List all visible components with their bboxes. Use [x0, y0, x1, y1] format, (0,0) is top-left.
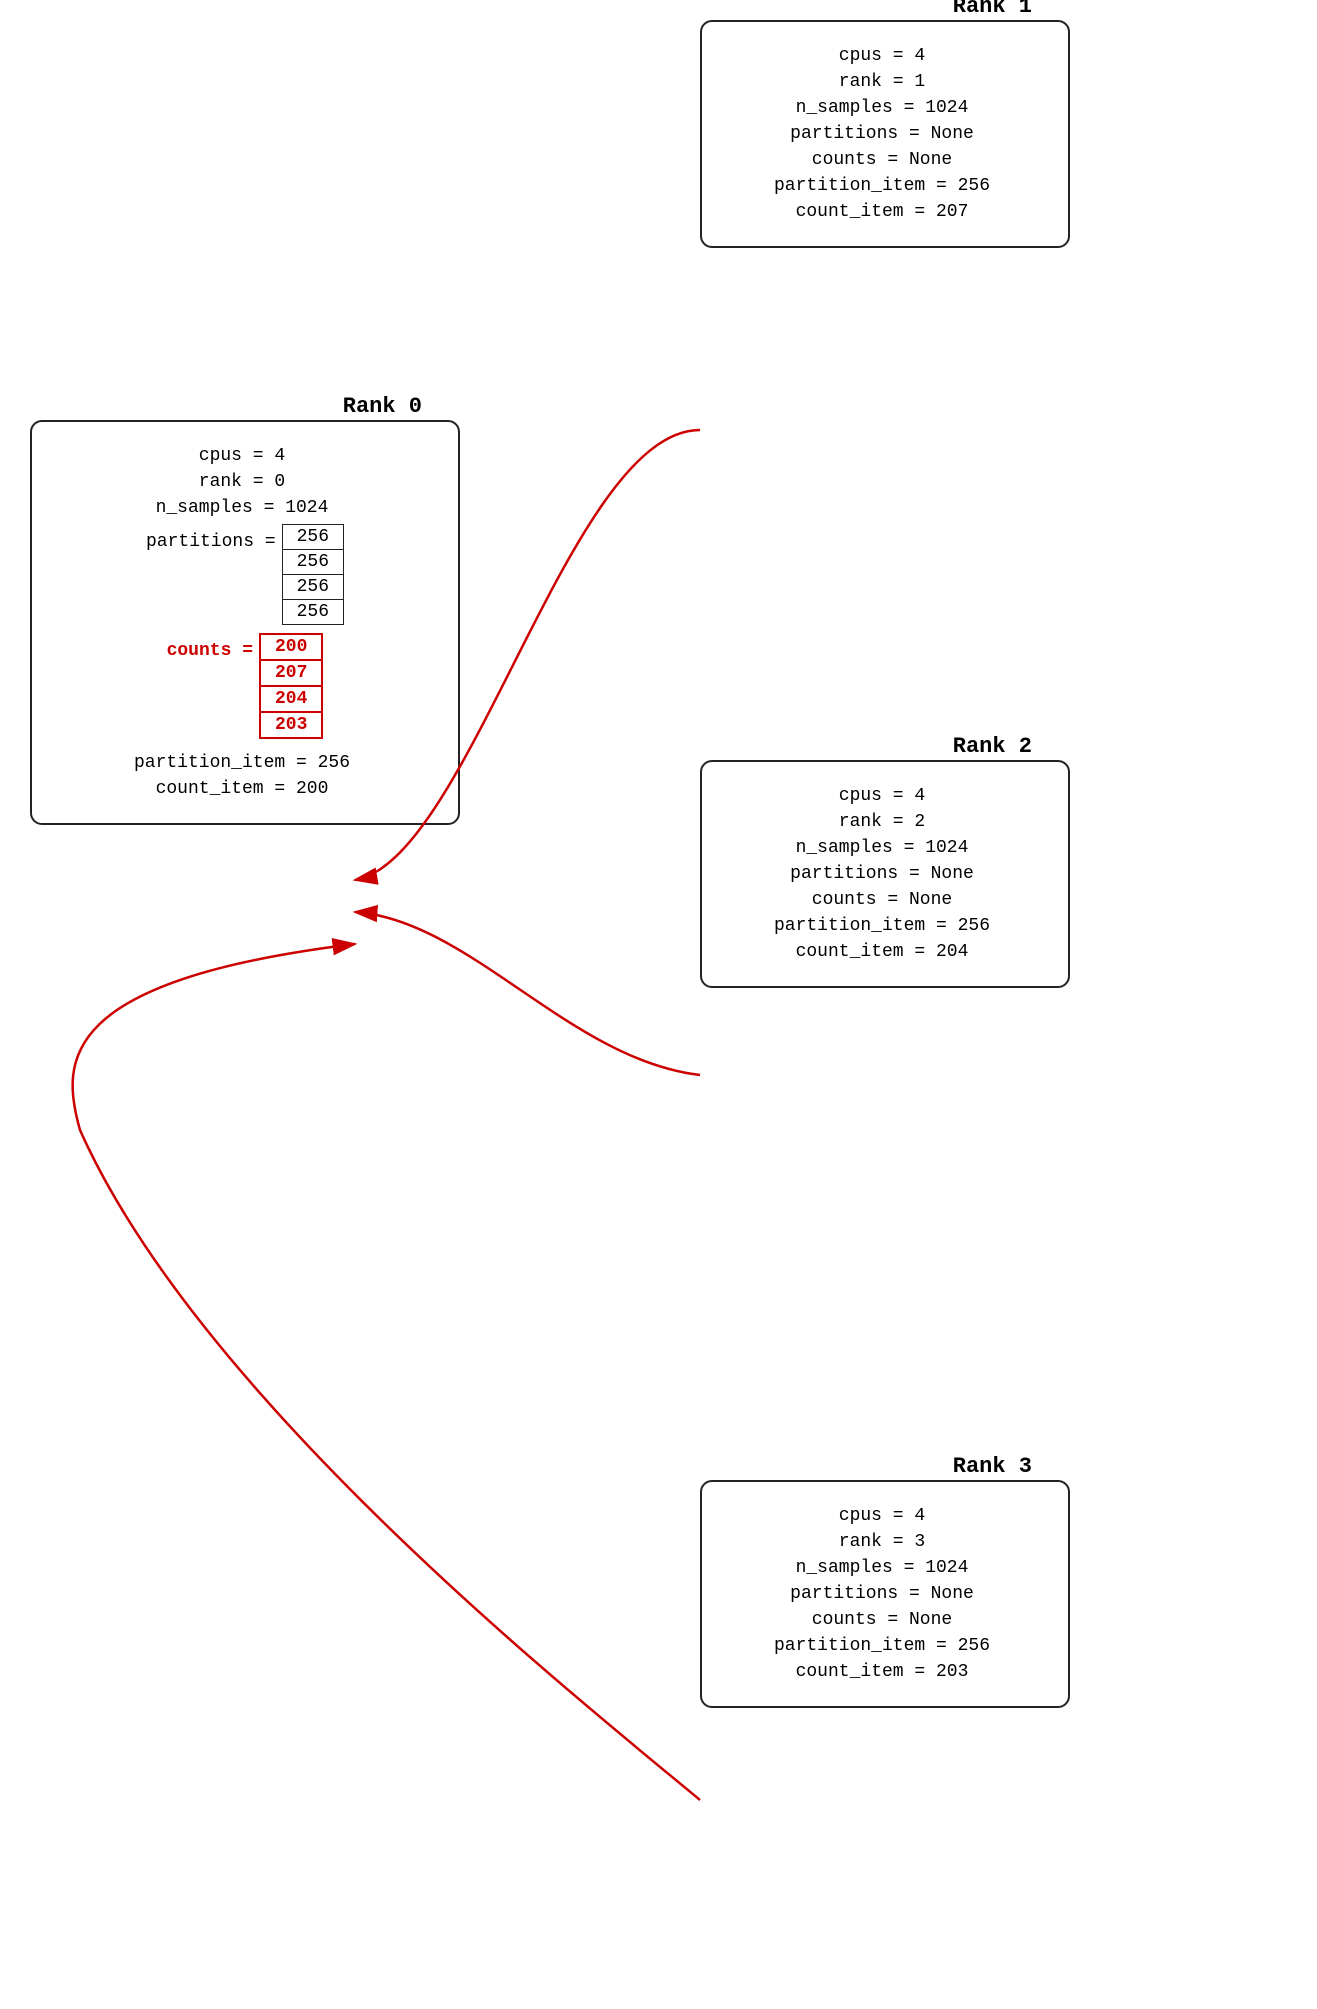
- rank0-partition-0: 256: [283, 525, 343, 550]
- rank0-partitions-array: 256 256 256 256: [282, 524, 344, 625]
- rank0-rank: rank = 0: [60, 472, 430, 492]
- rank0-count-2: 204: [261, 687, 321, 713]
- rank1-rank: rank = 1: [730, 72, 1040, 92]
- rank0-partition-1: 256: [283, 550, 343, 575]
- rank1-count-item: count_item = 207: [730, 202, 1040, 222]
- arrows-svg: [0, 0, 1317, 2009]
- rank3-partitions: partitions = None: [730, 1584, 1040, 1604]
- rank1-title: Rank 1: [945, 0, 1040, 19]
- rank0-counts-array: 200 207 204 203: [259, 633, 323, 739]
- rank0-partition-3: 256: [283, 600, 343, 624]
- rank2-partition-item: partition_item = 256: [730, 916, 1040, 936]
- rank0-cpus: cpus = 4: [60, 446, 430, 466]
- rank3-count-item: count_item = 203: [730, 1662, 1040, 1682]
- arrow-rank2-to-rank0-204: [355, 912, 700, 1075]
- rank0-box: Rank 0 cpus = 4 rank = 0 n_samples = 102…: [30, 420, 460, 825]
- rank3-nsamples: n_samples = 1024: [730, 1558, 1040, 1578]
- rank0-count-1: 207: [261, 661, 321, 687]
- rank2-title: Rank 2: [945, 734, 1040, 759]
- rank0-count-0: 200: [261, 635, 321, 661]
- rank3-counts: counts = None: [730, 1610, 1040, 1630]
- rank2-nsamples: n_samples = 1024: [730, 838, 1040, 858]
- rank0-count-3: 203: [261, 713, 321, 737]
- rank0-partition-item: partition_item = 256: [60, 753, 430, 773]
- rank0-title: Rank 0: [335, 394, 430, 419]
- rank0-partitions: partitions = 256 256 256 256: [60, 524, 430, 625]
- rank2-box: Rank 2 cpus = 4 rank = 2 n_samples = 102…: [700, 760, 1070, 988]
- rank1-counts: counts = None: [730, 150, 1040, 170]
- rank2-count-item: count_item = 204: [730, 942, 1040, 962]
- rank0-nsamples: n_samples = 1024: [60, 498, 430, 518]
- rank3-rank: rank = 3: [730, 1532, 1040, 1552]
- rank3-cpus: cpus = 4: [730, 1506, 1040, 1526]
- rank1-partitions: partitions = None: [730, 124, 1040, 144]
- rank2-partitions: partitions = None: [730, 864, 1040, 884]
- rank2-cpus: cpus = 4: [730, 786, 1040, 806]
- arrow-rank3-to-rank0-203: [73, 944, 700, 1800]
- rank3-partition-item: partition_item = 256: [730, 1636, 1040, 1656]
- rank3-title: Rank 3: [945, 1454, 1040, 1479]
- rank1-cpus: cpus = 4: [730, 46, 1040, 66]
- rank2-rank: rank = 2: [730, 812, 1040, 832]
- rank0-count-item: count_item = 200: [60, 779, 430, 799]
- rank1-box: Rank 1 cpus = 4 rank = 1 n_samples = 102…: [700, 20, 1070, 248]
- rank0-counts: counts = 200 207 204 203: [60, 633, 430, 739]
- rank1-partition-item: partition_item = 256: [730, 176, 1040, 196]
- rank3-box: Rank 3 cpus = 4 rank = 3 n_samples = 102…: [700, 1480, 1070, 1708]
- rank1-nsamples: n_samples = 1024: [730, 98, 1040, 118]
- rank2-counts: counts = None: [730, 890, 1040, 910]
- rank0-partition-2: 256: [283, 575, 343, 600]
